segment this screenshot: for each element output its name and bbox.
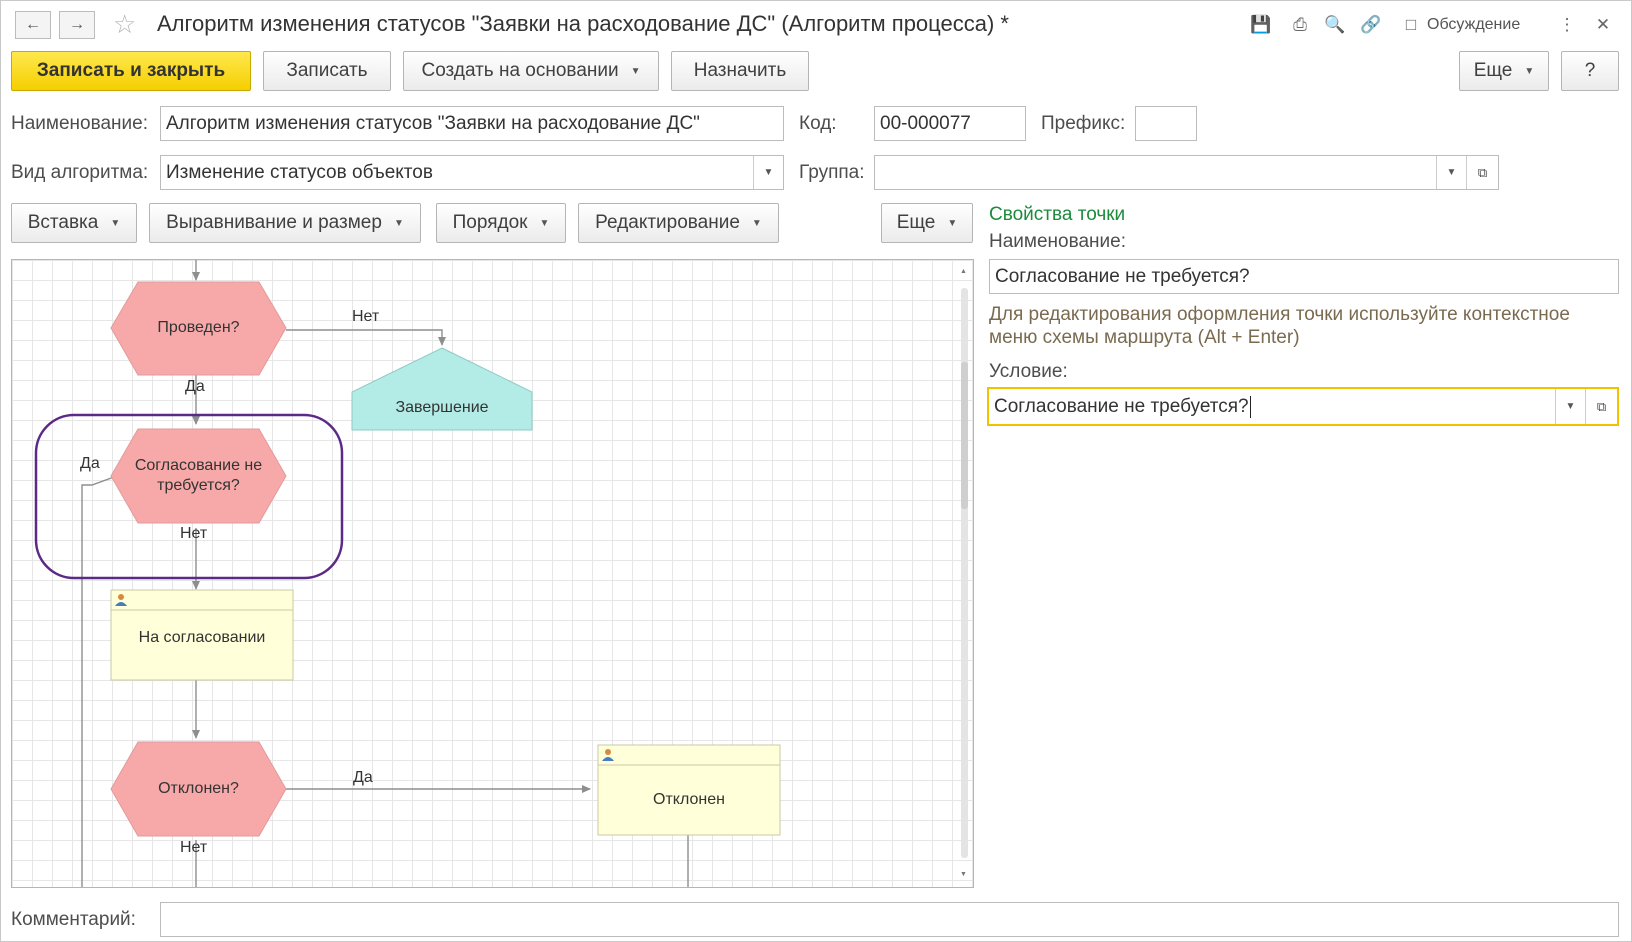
open-icon[interactable]: ⧉ [1466, 156, 1498, 189]
point-name-label: Наименование: [989, 231, 1126, 252]
group-select[interactable]: ▼ ⧉ [874, 155, 1499, 190]
text-cursor [1249, 395, 1251, 418]
chevron-down-icon[interactable]: ▼ [753, 156, 783, 189]
edge-label-yes: Да [80, 455, 100, 472]
back-icon[interactable]: ← [15, 11, 51, 39]
comment-label: Комментарий: [11, 909, 136, 930]
condition-value: Согласование не требуется? [994, 395, 1249, 417]
order-button[interactable]: Порядок ▼ [436, 203, 566, 243]
name-input[interactable]: Алгоритм изменения статусов "Заявки на р… [160, 106, 784, 141]
node-rejected-q-label: Отклонен? [158, 780, 239, 797]
insert-button[interactable]: Вставка ▼ [11, 203, 137, 243]
editing-label: Редактирование [595, 212, 740, 233]
insert-label: Вставка [27, 212, 99, 233]
close-icon[interactable]: ✕ [1591, 13, 1615, 37]
link-icon[interactable]: 🔗 [1359, 13, 1383, 37]
star-icon[interactable]: ☆ [113, 9, 136, 40]
window-title: Алгоритм изменения статусов "Заявки на р… [157, 11, 1009, 36]
help-button[interactable]: ? [1561, 51, 1619, 91]
scheme-more-button[interactable]: Еще ▼ [881, 203, 973, 243]
save-icon[interactable]: 💾 [1249, 13, 1273, 37]
algorithm-type-value: Изменение статусов объектов [166, 161, 433, 183]
more-vertical-icon[interactable]: ⋮ [1555, 13, 1579, 37]
scheme-more-label: Еще [896, 212, 936, 233]
chevron-down-icon: ▼ [751, 217, 762, 229]
edge-label-no: Нет [352, 308, 380, 325]
chevron-down-icon: ▼ [110, 217, 121, 229]
condition-select[interactable]: Согласование не требуется? ▼ ⧉ [987, 387, 1619, 426]
preview-icon[interactable]: 🔍 [1323, 13, 1347, 37]
more-label: Еще [1473, 60, 1513, 81]
assign-button[interactable]: Назначить [671, 51, 809, 91]
chevron-down-icon: ▼ [393, 217, 404, 229]
scroll-down-icon[interactable]: ▼ [960, 871, 967, 878]
print-icon[interactable]: ⎙ [1288, 13, 1312, 37]
chevron-down-icon[interactable]: ▼ [1436, 156, 1466, 189]
chevron-down-icon: ▼ [630, 65, 641, 77]
open-icon[interactable]: ⧉ [1585, 389, 1617, 424]
point-properties-header: Свойства точки [989, 204, 1126, 225]
discussion-link[interactable]: Обсуждение [1427, 16, 1520, 34]
scroll-thumb[interactable] [961, 362, 968, 509]
chevron-down-icon: ▼ [1524, 65, 1535, 77]
edge-posted-no [286, 329, 446, 346]
chevron-down-icon[interactable]: ▼ [1555, 389, 1585, 424]
condition-label: Условие: [989, 361, 1068, 382]
more-button[interactable]: Еще ▼ [1459, 51, 1549, 91]
node-rejected-label: Отклонен [653, 791, 725, 808]
algorithm-type-label: Вид алгоритма: [11, 162, 149, 183]
edge-approval-yes [81, 476, 115, 887]
code-label: Код: [799, 113, 837, 134]
prefix-label: Префикс: [1041, 113, 1126, 134]
main-window: ← → ☆ Алгоритм изменения статусов "Заявк… [0, 0, 1632, 942]
order-label: Порядок [452, 212, 528, 233]
point-hint-text: Для редактирования оформления точки испо… [989, 304, 1570, 348]
save-button[interactable]: Записать [263, 51, 391, 91]
chevron-down-icon: ▼ [947, 217, 958, 229]
align-size-button[interactable]: Выравнивание и размер ▼ [149, 203, 421, 243]
node-on-approval-label: На согласовании [138, 629, 266, 646]
edge-label-yes: Да [353, 769, 373, 786]
scroll-up-icon[interactable]: ▲ [960, 268, 967, 275]
node-approval-label-2: требуется? [157, 477, 240, 494]
algorithm-type-select[interactable]: Изменение статусов объектов ▼ [160, 155, 784, 190]
editing-button[interactable]: Редактирование ▼ [578, 203, 779, 243]
save-close-button[interactable]: Записать и закрыть [11, 51, 251, 91]
node-approval-label-1: Согласование не [134, 457, 263, 474]
edge-label-no: Нет [180, 839, 208, 856]
discussion-icon[interactable]: □ [1399, 13, 1423, 37]
route-scheme-canvas[interactable]: Проведен? Завершение Согласование не тре… [11, 259, 974, 888]
point-name-input[interactable]: Согласование не требуется? [989, 259, 1619, 294]
forward-icon[interactable]: → [59, 11, 95, 39]
node-finish-label: Завершение [395, 399, 489, 416]
edge-label-yes: Да [185, 378, 205, 395]
prefix-input[interactable] [1135, 106, 1197, 141]
name-label: Наименование: [11, 113, 148, 134]
code-input[interactable]: 00-000077 [874, 106, 1026, 141]
create-based-button[interactable]: Создать на основании ▼ [403, 51, 659, 91]
align-size-label: Выравнивание и размер [166, 212, 382, 233]
chevron-down-icon: ▼ [539, 217, 550, 229]
node-posted-label: Проведен? [157, 319, 240, 336]
edge-label-no: Нет [180, 525, 208, 542]
vertical-scrollbar[interactable]: ▲ ▼ [959, 268, 969, 878]
create-based-label: Создать на основании [421, 60, 619, 81]
comment-input[interactable] [160, 902, 1619, 937]
group-label: Группа: [799, 162, 865, 183]
